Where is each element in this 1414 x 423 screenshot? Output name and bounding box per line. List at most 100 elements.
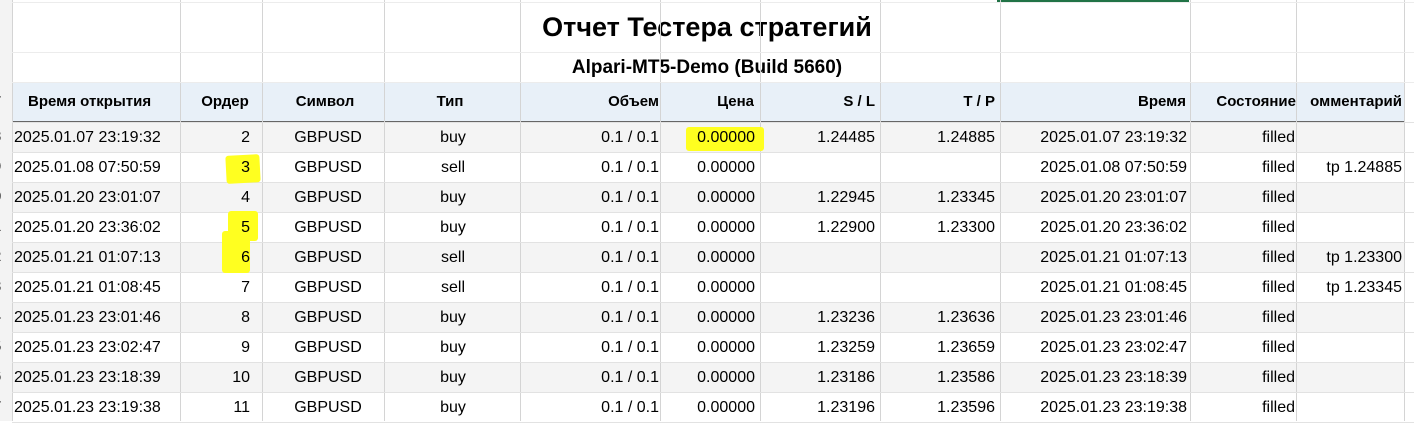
cell-order[interactable]: 5 [190,213,250,243]
cell-volume[interactable]: 0.1 / 0.1 [540,363,659,393]
cell-price[interactable]: 0.00000 [660,333,755,363]
cell-symbol[interactable]: GBPUSD [278,123,378,153]
cell-volume[interactable]: 0.1 / 0.1 [540,273,659,303]
cell-open-time[interactable]: 2025.01.07 23:19:32 [14,123,174,153]
cell-volume[interactable]: 0.1 / 0.1 [540,393,659,423]
cell-volume[interactable]: 0.1 / 0.1 [540,123,659,153]
cell-state[interactable]: filled [1192,183,1295,213]
cell-symbol[interactable]: GBPUSD [278,303,378,333]
cell-volume[interactable]: 0.1 / 0.1 [540,303,659,333]
cell-time[interactable]: 2025.01.23 23:02:47 [1000,333,1187,363]
column-header-volume[interactable]: Объем [540,82,659,122]
cell-order[interactable]: 11 [190,393,250,423]
cell-state[interactable]: filled [1192,273,1295,303]
cell-state[interactable]: filled [1192,303,1295,333]
cell-order[interactable]: 10 [190,363,250,393]
cell-type[interactable]: buy [400,183,506,213]
cell-order[interactable]: 7 [190,273,250,303]
column-header-comment[interactable]: омментарий [1298,82,1402,122]
cell-open-time[interactable]: 2025.01.23 23:01:46 [14,303,174,333]
cell-symbol[interactable]: GBPUSD [278,153,378,183]
cell-tp[interactable]: 1.23586 [880,363,995,393]
cell-price[interactable]: 0.00000 [660,393,755,423]
column-header-type[interactable]: Тип [400,82,500,122]
cell-open-time[interactable]: 2025.01.23 23:02:47 [14,333,174,363]
cell-comment[interactable] [1298,183,1402,213]
cell-sl[interactable]: 1.22900 [760,213,875,243]
cell-open-time[interactable]: 2025.01.21 01:08:45 [14,273,174,303]
cell-tp[interactable] [880,243,995,273]
cell-state[interactable]: filled [1192,393,1295,423]
cell-state[interactable]: filled [1192,153,1295,183]
cell-price[interactable]: 0.00000 [660,243,755,273]
cell-state[interactable]: filled [1192,363,1295,393]
cell-time[interactable]: 2025.01.20 23:36:02 [1000,213,1187,243]
cell-symbol[interactable]: GBPUSD [278,393,378,423]
cell-type[interactable]: sell [400,243,506,273]
cell-comment[interactable] [1298,213,1402,243]
cell-symbol[interactable]: GBPUSD [278,363,378,393]
cell-tp[interactable] [880,153,995,183]
cell-state[interactable]: filled [1192,213,1295,243]
cell-price[interactable]: 0.00000 [660,123,755,153]
column-header-symbol[interactable]: Символ [280,82,370,122]
cell-sl[interactable]: 1.24485 [760,123,875,153]
cell-time[interactable]: 2025.01.20 23:01:07 [1000,183,1187,213]
cell-comment[interactable] [1298,123,1402,153]
cell-tp[interactable] [880,273,995,303]
cell-order[interactable]: 8 [190,303,250,333]
cell-time[interactable]: 2025.01.21 01:08:45 [1000,273,1187,303]
column-header-sl[interactable]: S / L [760,82,875,122]
cell-comment[interactable] [1298,393,1402,423]
cell-volume[interactable]: 0.1 / 0.1 [540,333,659,363]
cell-time[interactable]: 2025.01.08 07:50:59 [1000,153,1187,183]
column-header-open-time[interactable]: Время открытия [28,82,178,122]
cell-sl[interactable]: 1.23259 [760,333,875,363]
cell-order[interactable]: 2 [190,123,250,153]
cell-tp[interactable]: 1.23300 [880,213,995,243]
cell-comment[interactable] [1298,363,1402,393]
cell-open-time[interactable]: 2025.01.20 23:36:02 [14,213,174,243]
cell-sl[interactable] [760,243,875,273]
cell-volume[interactable]: 0.1 / 0.1 [540,153,659,183]
cell-order[interactable]: 6 [190,243,250,273]
cell-tp[interactable]: 1.23596 [880,393,995,423]
cell-open-time[interactable]: 2025.01.21 01:07:13 [14,243,174,273]
cell-sl[interactable]: 1.23236 [760,303,875,333]
cell-open-time[interactable]: 2025.01.20 23:01:07 [14,183,174,213]
cell-symbol[interactable]: GBPUSD [278,213,378,243]
column-header-state[interactable]: Состояние [1192,82,1296,122]
cell-comment[interactable] [1298,333,1402,363]
cell-state[interactable]: filled [1192,123,1295,153]
column-header-tp[interactable]: T / P [880,82,995,122]
cell-price[interactable]: 0.00000 [660,213,755,243]
cell-time[interactable]: 2025.01.23 23:19:38 [1000,393,1187,423]
cell-sl[interactable]: 1.23186 [760,363,875,393]
cell-order[interactable]: 4 [190,183,250,213]
cell-sl[interactable]: 1.22945 [760,183,875,213]
cell-symbol[interactable]: GBPUSD [278,243,378,273]
cell-time[interactable]: 2025.01.07 23:19:32 [1000,123,1187,153]
cell-sl[interactable] [760,273,875,303]
cell-symbol[interactable]: GBPUSD [278,183,378,213]
cell-type[interactable]: buy [400,333,506,363]
cell-comment[interactable]: tp 1.24885 [1298,153,1402,183]
column-header-price[interactable]: Цена [660,82,754,122]
cell-price[interactable]: 0.00000 [660,303,755,333]
cell-volume[interactable]: 0.1 / 0.1 [540,243,659,273]
cell-type[interactable]: sell [400,153,506,183]
cell-order[interactable]: 3 [190,153,250,183]
column-header-time[interactable]: Время [1000,82,1186,122]
cell-comment[interactable] [1298,303,1402,333]
cell-type[interactable]: buy [400,123,506,153]
cell-tp[interactable]: 1.23636 [880,303,995,333]
cell-time[interactable]: 2025.01.23 23:01:46 [1000,303,1187,333]
cell-state[interactable]: filled [1192,333,1295,363]
cell-time[interactable]: 2025.01.21 01:07:13 [1000,243,1187,273]
cell-state[interactable]: filled [1192,243,1295,273]
cell-time[interactable]: 2025.01.23 23:18:39 [1000,363,1187,393]
cell-price[interactable]: 0.00000 [660,183,755,213]
cell-tp[interactable]: 1.23345 [880,183,995,213]
cell-comment[interactable]: tp 1.23345 [1298,273,1402,303]
cell-type[interactable]: buy [400,303,506,333]
